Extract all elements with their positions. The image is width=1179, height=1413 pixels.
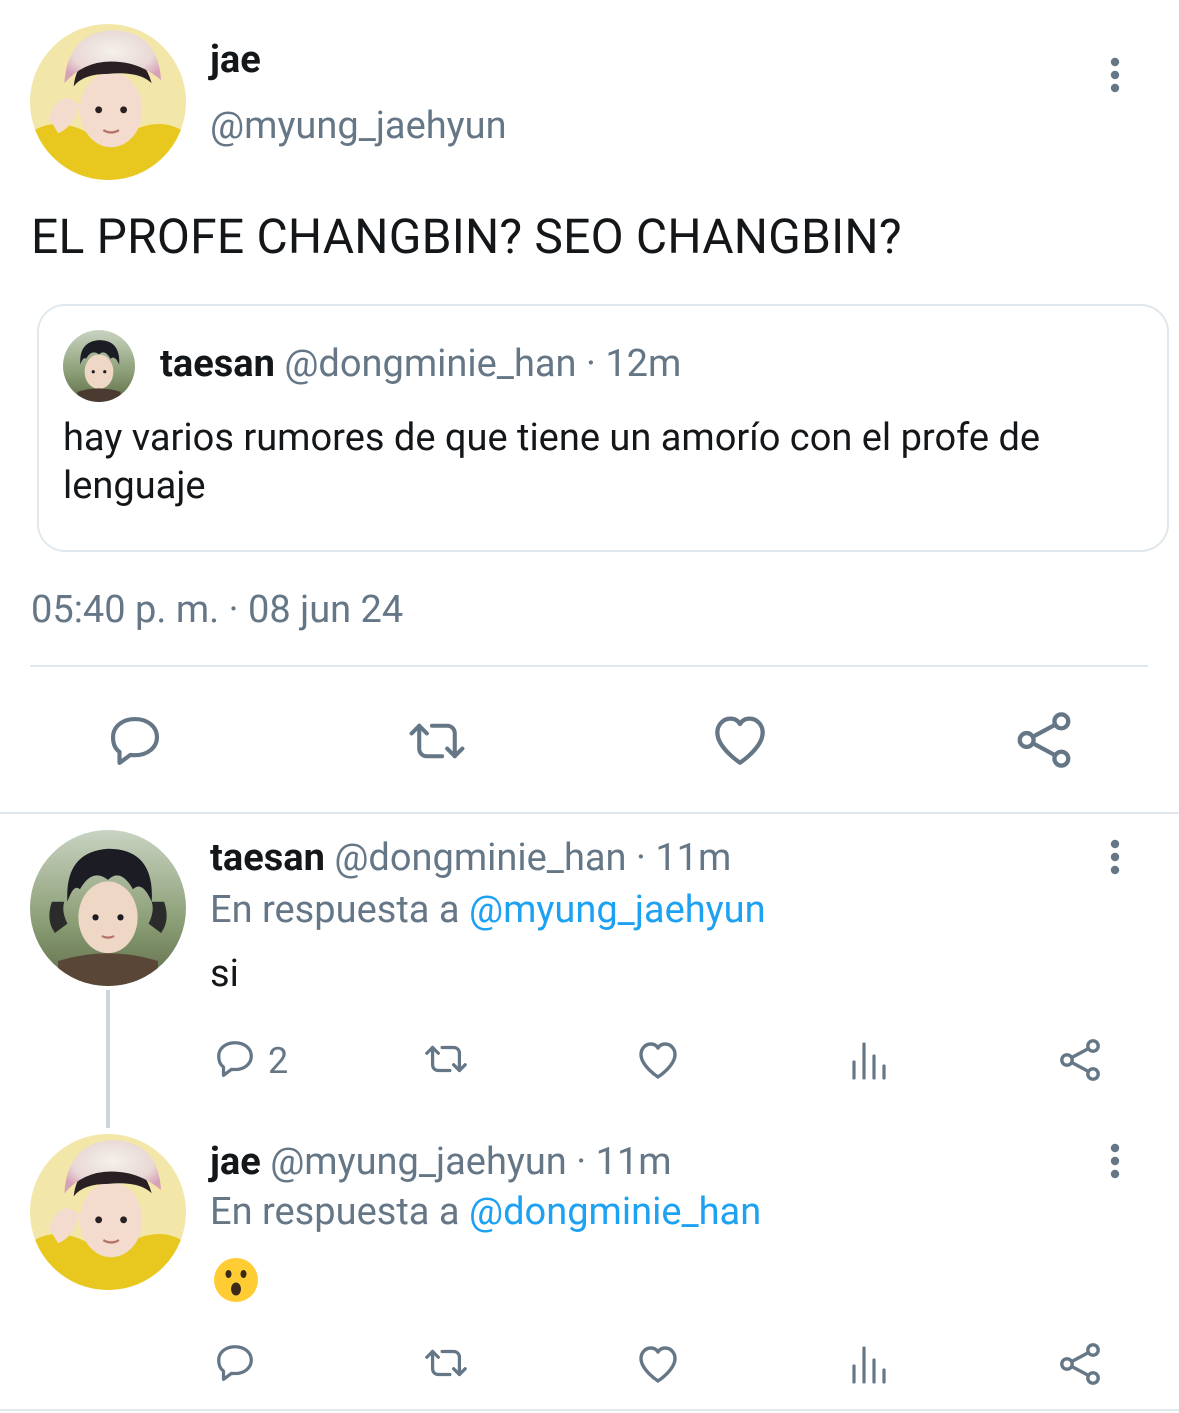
author-handle[interactable]: @myung_jaehyun — [210, 104, 507, 148]
retweet-icon[interactable] — [420, 1340, 472, 1386]
quoted-text: hay varios rumores de que tiene un amorí… — [63, 416, 1041, 508]
tweet-timestamp: 05:40 p. m. · 08 jun 24 — [31, 588, 404, 632]
author-avatar[interactable] — [30, 24, 186, 180]
reply-prefix: En respuesta a — [210, 1190, 460, 1234]
retweet-icon[interactable] — [404, 710, 470, 772]
reply-count: 2 — [268, 1040, 289, 1082]
tweet-text: EL PROFE CHANGBIN? SEO CHANGBIN? — [31, 208, 902, 265]
more-vertical-icon[interactable] — [1100, 838, 1130, 878]
reply-time: · 11m — [635, 836, 732, 880]
quoted-time: · 12m — [585, 342, 682, 386]
reply-header: jae @myung_jaehyun · 11m — [210, 1140, 672, 1184]
bottom-divider — [0, 1409, 1179, 1411]
more-vertical-icon[interactable] — [1100, 56, 1130, 96]
like-icon[interactable] — [634, 1340, 682, 1388]
reply-display-name[interactable]: taesan — [210, 836, 325, 880]
reply-header: taesan @dongminie_han · 11m — [210, 836, 731, 880]
reply-time: · 11m — [576, 1140, 672, 1184]
stats-icon[interactable] — [848, 1038, 890, 1082]
reply-prefix: En respuesta a — [210, 888, 460, 932]
reply-to-link[interactable]: @dongminie_han — [469, 1190, 761, 1234]
reply-icon[interactable] — [104, 710, 166, 772]
reply-handle[interactable]: @dongminie_han — [334, 836, 626, 880]
reply-emoji-text: 😮 — [212, 1256, 260, 1304]
divider — [30, 665, 1148, 667]
share-icon[interactable] — [1056, 1036, 1104, 1084]
stats-icon[interactable] — [848, 1342, 890, 1386]
like-icon[interactable] — [708, 708, 772, 772]
share-icon[interactable] — [1056, 1340, 1104, 1388]
quoted-display-name: taesan — [160, 342, 275, 386]
share-icon[interactable] — [1012, 708, 1076, 772]
quoted-handle: @dongminie_han — [284, 342, 577, 386]
reply-display-name[interactable]: jae — [210, 1140, 261, 1184]
quoted-author-avatar — [63, 330, 135, 402]
reply-handle[interactable]: @myung_jaehyun — [270, 1140, 567, 1184]
reply-avatar[interactable] — [30, 1134, 186, 1290]
quoted-header: taesan @dongminie_han · 12m — [160, 342, 681, 386]
reply-text: si — [210, 952, 239, 996]
reply-icon[interactable] — [212, 1340, 258, 1386]
reply-to-link[interactable]: @myung_jaehyun — [469, 888, 766, 932]
more-vertical-icon[interactable] — [1100, 1142, 1130, 1182]
like-icon[interactable] — [634, 1036, 682, 1084]
surprised-face-icon — [214, 1258, 258, 1302]
reply-avatar[interactable] — [30, 830, 186, 986]
section-divider — [0, 812, 1179, 814]
reply-context: En respuesta a @dongminie_han — [210, 1190, 761, 1234]
reply-context: En respuesta a @myung_jaehyun — [210, 888, 766, 932]
reply-icon[interactable] — [212, 1036, 258, 1082]
thread-line — [106, 990, 110, 1128]
retweet-icon[interactable] — [420, 1036, 472, 1082]
author-display-name[interactable]: jae — [210, 38, 261, 82]
